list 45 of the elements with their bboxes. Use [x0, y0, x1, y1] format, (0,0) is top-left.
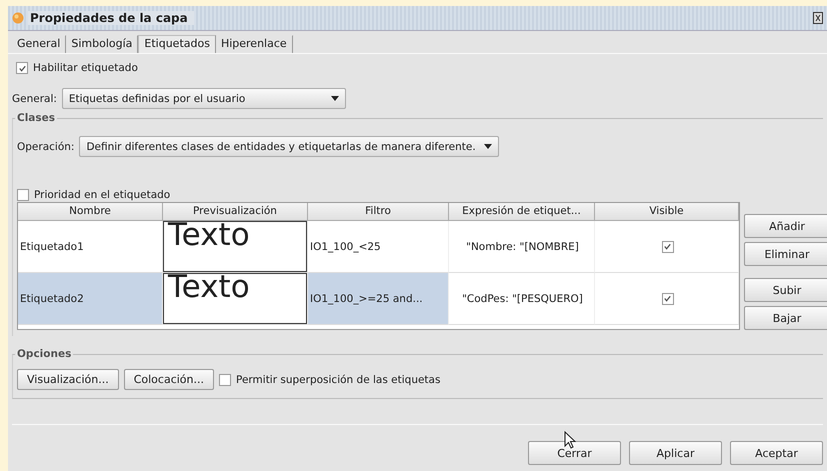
- table-cell[interactable]: IO1_100_<25: [308, 221, 449, 273]
- window-title: Propiedades de la capa: [28, 11, 194, 25]
- table-cell[interactable]: "CodPes: "[PESQUERO]: [449, 273, 595, 325]
- table-cell[interactable]: IO1_100_>=25 and...: [308, 273, 449, 325]
- dropdown[interactable]: Etiquetas definidas por el usuario: [62, 88, 346, 109]
- table-cell[interactable]: "Nombre: "[NOMBRE]: [449, 221, 595, 273]
- table-cell[interactable]: Etiquetado1: [18, 221, 163, 273]
- column-header[interactable]: Visible: [595, 203, 739, 221]
- checkbox-label: Permitir superposición de las etiquetas: [236, 374, 440, 386]
- checkbox-label: Habilitar etiquetado: [33, 62, 138, 74]
- button[interactable]: Añadir: [744, 214, 827, 238]
- checkbox[interactable]: [662, 292, 674, 304]
- button[interactable]: Colocación...: [124, 369, 214, 390]
- button[interactable]: Subir: [744, 278, 827, 302]
- column-header[interactable]: Nombre: [18, 203, 163, 221]
- column-header[interactable]: Previsualización: [163, 203, 308, 221]
- button[interactable]: Visualización...: [17, 369, 119, 390]
- checkbox[interactable]: [662, 240, 674, 252]
- table-cell[interactable]: Etiquetado2: [18, 273, 163, 325]
- preview-box: Texto: [163, 273, 307, 324]
- app-icon: [12, 12, 24, 24]
- cursor-icon: [564, 431, 576, 449]
- button[interactable]: Eliminar: [744, 242, 827, 266]
- group-title: Clases: [15, 112, 58, 124]
- button[interactable]: Cerrar: [528, 441, 621, 465]
- dropdown[interactable]: Definir diferentes clases de entidades y etiquetarlas de manera diferente.: [79, 136, 499, 157]
- group-title: Opciones: [15, 348, 74, 360]
- caret-icon: [484, 144, 492, 149]
- checkbox-label: Prioridad en el etiquetado: [34, 189, 170, 201]
- preview-box: Texto: [163, 221, 307, 272]
- checkbox[interactable]: [219, 374, 231, 386]
- column-header[interactable]: Filtro: [308, 203, 449, 221]
- button[interactable]: Bajar: [744, 306, 827, 330]
- column-header[interactable]: Expresión de etiquet...: [449, 203, 595, 221]
- checkbox[interactable]: [16, 62, 28, 74]
- tab[interactable]: General: [12, 35, 66, 53]
- button[interactable]: Aplicar: [629, 441, 722, 465]
- field-label: General:: [12, 92, 57, 104]
- caret-icon: [330, 96, 339, 101]
- button[interactable]: Aceptar: [730, 441, 823, 465]
- close-icon[interactable]: [813, 12, 823, 24]
- checkbox[interactable]: [17, 189, 29, 201]
- field-label: Operación:: [17, 140, 74, 152]
- tab[interactable]: Hiperenlace: [216, 35, 293, 53]
- tab[interactable]: Etiquetados: [138, 35, 216, 53]
